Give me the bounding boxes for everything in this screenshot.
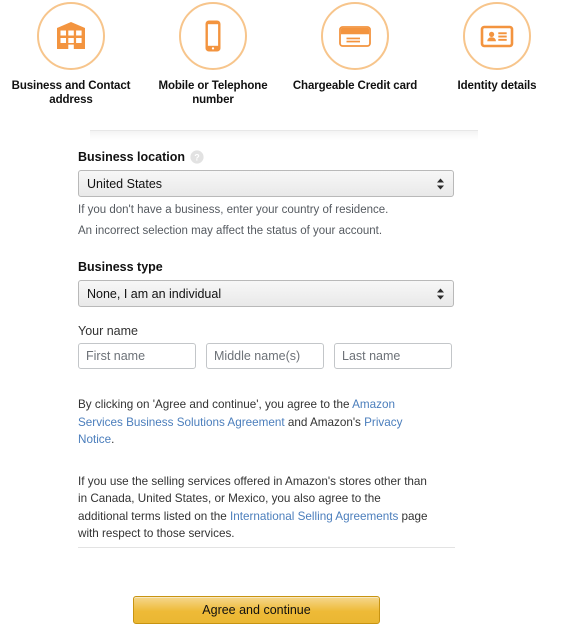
step-icon-circle <box>179 2 247 70</box>
step-label: Chargeable Credit card <box>292 80 418 92</box>
business-location-hint-line2: An incorrect selection may affect the st… <box>78 225 383 237</box>
business-location-select[interactable]: United States <box>78 170 454 197</box>
business-location-hint-line1: If you don't have a business, enter your… <box>78 204 389 216</box>
registration-form: Business location ? United States If you… <box>78 150 490 543</box>
business-location-label: Business location ? <box>78 150 490 164</box>
legal-paragraph-international: If you use the selling services offered … <box>78 473 430 543</box>
credit-card-icon <box>339 26 371 47</box>
svg-text:?: ? <box>194 152 200 162</box>
legal-p1-text-2: and Amazon's <box>284 415 365 429</box>
your-name-label: Your name <box>78 324 138 338</box>
step-icon-circle <box>463 2 531 70</box>
step-identity-details: Identity details <box>426 2 568 107</box>
step-label: Identity details <box>457 80 537 92</box>
step-icon-circle <box>37 2 105 70</box>
building-icon <box>57 22 85 49</box>
form-actions: Agree and continue <box>133 596 380 624</box>
business-location-select-wrapper: United States <box>78 170 454 197</box>
step-label: Mobile or Telephone number <box>158 80 268 106</box>
agree-and-continue-button[interactable]: Agree and continue <box>133 596 380 624</box>
business-type-label: Business type <box>78 260 490 274</box>
id-card-icon <box>480 25 514 48</box>
step-business-and-contact-address: Business and Contact address <box>0 2 142 107</box>
legal-paragraph-agreement: By clicking on 'Agree and continue', you… <box>78 396 430 449</box>
middle-name-input[interactable] <box>206 343 324 369</box>
business-location-label-text: Business location <box>78 150 185 164</box>
form-card-top-edge <box>90 130 478 141</box>
mobile-phone-icon <box>205 20 221 52</box>
signup-progress-steps: Business and Contact address Mobile or T… <box>0 0 568 107</box>
legal-p1-text-3: . <box>111 433 115 446</box>
business-type-select[interactable]: None, I am an individual <box>78 280 454 307</box>
help-circle-icon[interactable]: ? <box>190 150 204 164</box>
business-type-select-wrapper: None, I am an individual <box>78 280 454 307</box>
your-name-inputs-row <box>78 343 490 369</box>
last-name-input[interactable] <box>334 343 452 369</box>
step-chargeable-credit-card: Chargeable Credit card <box>284 2 426 107</box>
first-name-input[interactable] <box>78 343 196 369</box>
step-mobile-or-telephone-number: Mobile or Telephone number <box>142 2 284 107</box>
form-divider <box>78 547 455 548</box>
step-icon-circle <box>321 2 389 70</box>
step-label: Business and Contact address <box>11 80 131 106</box>
business-type-label-text: Business type <box>78 260 163 274</box>
link-international-selling-agreements[interactable]: International Selling Agreements <box>230 510 398 523</box>
legal-p1-text-1: By clicking on 'Agree and continue', you… <box>78 398 353 411</box>
